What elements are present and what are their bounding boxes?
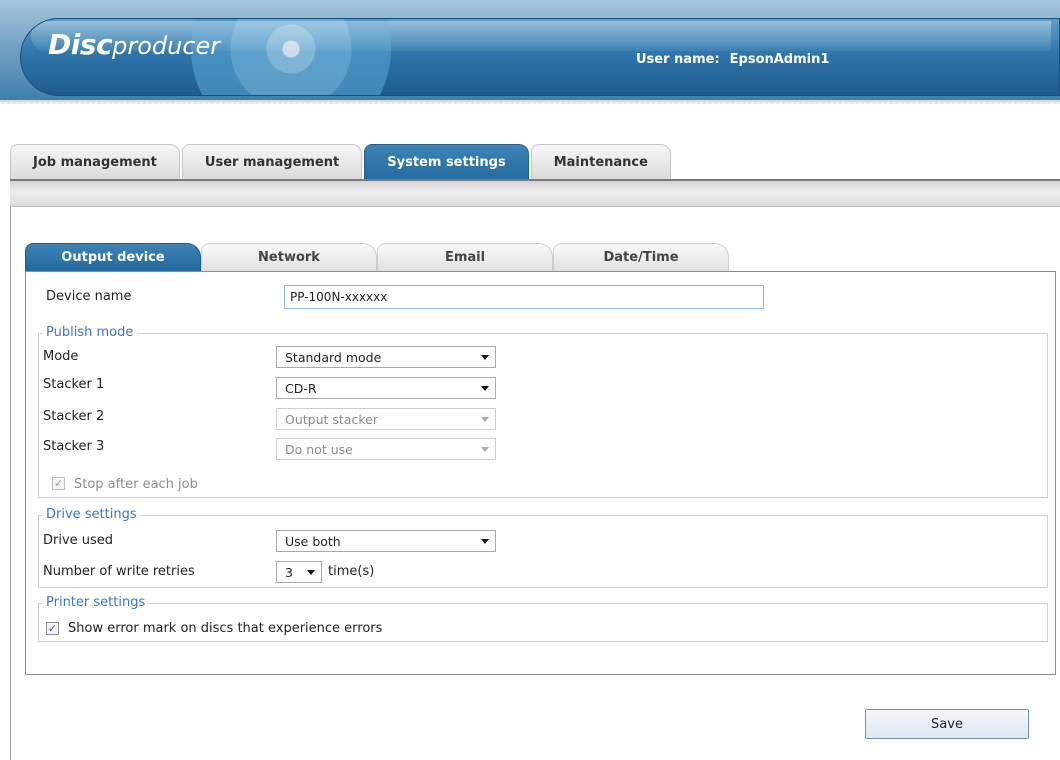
logo-producer-text: producer bbox=[112, 32, 221, 60]
drive-settings-title: Drive settings bbox=[42, 507, 141, 522]
subtab-network[interactable]: Network bbox=[201, 243, 377, 271]
chevron-down-icon bbox=[481, 355, 489, 360]
drive-used-select-value: Use both bbox=[285, 533, 341, 549]
error-mark-checkbox[interactable]: ✓ bbox=[46, 622, 59, 635]
mode-label: Mode bbox=[43, 349, 79, 364]
user-info: User name: EpsonAdmin1 bbox=[636, 52, 829, 67]
printer-settings-title: Printer settings bbox=[42, 595, 150, 610]
save-button[interactable]: Save bbox=[865, 709, 1029, 739]
stacker1-label: Stacker 1 bbox=[43, 377, 105, 392]
device-name-label: Device name bbox=[46, 289, 132, 304]
drive-used-select[interactable]: Use both bbox=[276, 530, 496, 552]
stacker2-label: Stacker 2 bbox=[43, 409, 105, 424]
logo-disc-text: Disc bbox=[48, 28, 113, 61]
output-device-panel: Device name Publish mode Mode Standard m… bbox=[25, 271, 1056, 675]
user-name: EpsonAdmin1 bbox=[729, 52, 830, 67]
device-name-input[interactable] bbox=[284, 285, 764, 309]
main-tabs: Job management User management System se… bbox=[10, 144, 673, 179]
checkmark-icon: ✓ bbox=[47, 622, 58, 635]
tab-user-management[interactable]: User management bbox=[181, 144, 363, 179]
publish-mode-title: Publish mode bbox=[42, 325, 138, 340]
stop-after-job-label: Stop after each job bbox=[74, 477, 198, 492]
app-logo: Discproducer bbox=[48, 28, 220, 61]
stacker3-select-value: Do not use bbox=[285, 441, 353, 457]
subtab-email[interactable]: Email bbox=[377, 243, 553, 271]
tab-system-settings[interactable]: System settings bbox=[364, 144, 529, 179]
chevron-down-icon bbox=[481, 417, 489, 422]
write-retries-select-value: 3 bbox=[285, 564, 293, 580]
checkmark-icon: ✓ bbox=[53, 477, 64, 490]
drive-used-label: Drive used bbox=[43, 533, 114, 548]
write-retries-unit: time(s) bbox=[328, 564, 375, 579]
sub-tabs: Output device Network Email Date/Time bbox=[25, 243, 729, 271]
user-label: User name: bbox=[636, 52, 720, 67]
tab-job-management[interactable]: Job management bbox=[10, 144, 180, 179]
stacker3-label: Stacker 3 bbox=[43, 439, 105, 454]
tab-underbar bbox=[10, 179, 1060, 207]
chevron-down-icon bbox=[481, 447, 489, 452]
publish-mode-group bbox=[38, 333, 1048, 498]
chevron-down-icon bbox=[307, 570, 315, 575]
error-mark-label: Show error mark on discs that experience… bbox=[68, 621, 383, 636]
subtab-output-device[interactable]: Output device bbox=[25, 243, 201, 271]
chevron-down-icon bbox=[481, 539, 489, 544]
mode-select-value: Standard mode bbox=[285, 349, 382, 365]
stop-after-job-checkbox: ✓ bbox=[52, 477, 65, 490]
subtab-date-time[interactable]: Date/Time bbox=[553, 243, 729, 271]
stacker1-select[interactable]: CD-R bbox=[276, 377, 496, 399]
chevron-down-icon bbox=[481, 386, 489, 391]
write-retries-select[interactable]: 3 bbox=[276, 561, 322, 583]
mode-select[interactable]: Standard mode bbox=[276, 346, 496, 368]
stacker3-select: Do not use bbox=[276, 438, 496, 460]
write-retries-label: Number of write retries bbox=[43, 564, 195, 579]
stacker2-select: Output stacker bbox=[276, 408, 496, 430]
stacker2-select-value: Output stacker bbox=[285, 411, 378, 427]
stacker1-select-value: CD-R bbox=[285, 380, 317, 396]
tab-maintenance[interactable]: Maintenance bbox=[530, 144, 671, 179]
